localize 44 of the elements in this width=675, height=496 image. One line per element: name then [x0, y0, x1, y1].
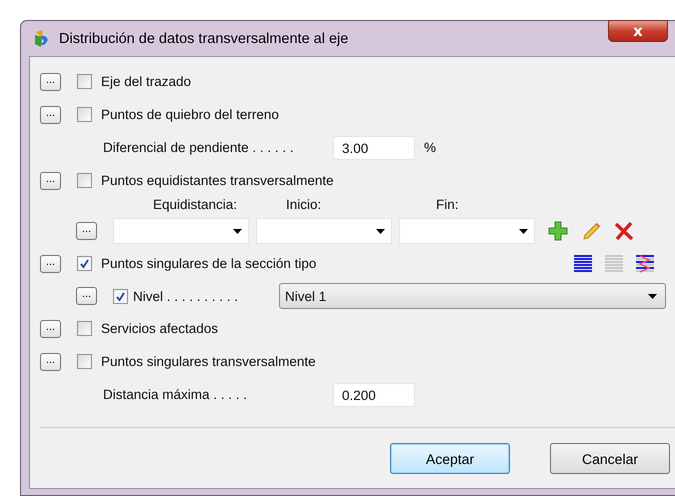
- dropdown-arrow-icon[interactable]: [376, 228, 385, 234]
- field-label: Diferencial de pendiente . . . . . .: [103, 140, 295, 155]
- checkbox-label: Puntos singulares transversalmente: [101, 354, 316, 369]
- window-title: Distribución de datos transversalmente al eje: [59, 30, 348, 46]
- plus-icon[interactable]: [548, 221, 568, 241]
- dropdown[interactable]: Nivel 1: [279, 283, 666, 309]
- input-field[interactable]: 0.200: [333, 382, 415, 406]
- checkbox[interactable]: [77, 107, 92, 122]
- options-button[interactable]: ...: [40, 72, 61, 90]
- options-button[interactable]: ...: [76, 222, 97, 240]
- checkbox-label: Puntos singulares de la sección tipo: [101, 256, 316, 271]
- close-button[interactable]: x: [608, 20, 668, 42]
- options-button[interactable]: ...: [40, 172, 61, 190]
- delete-x-icon[interactable]: [614, 221, 634, 241]
- unit-label: %: [424, 140, 436, 155]
- options-button[interactable]: ...: [40, 352, 61, 370]
- column-label: Inicio:: [286, 197, 322, 214]
- checkbox-label: Servicios afectados: [101, 321, 218, 336]
- dropdown-arrow-icon[interactable]: [233, 228, 242, 234]
- options-button[interactable]: ...: [76, 287, 97, 305]
- checkbox-label: Puntos de quiebro del terreno: [101, 107, 279, 122]
- pencil-icon[interactable]: [581, 221, 601, 241]
- checkbox[interactable]: [77, 256, 92, 271]
- ok-button[interactable]: Aceptar: [390, 443, 510, 474]
- checkbox[interactable]: [113, 288, 128, 304]
- checkbox-label: Nivel . . . . . . . . . .: [133, 288, 240, 304]
- column-label: Fin:: [436, 197, 459, 214]
- dropdown-arrow-icon[interactable]: [648, 294, 657, 298]
- column-label: Equidistancia:: [153, 197, 238, 214]
- input-field[interactable]: 3.00: [333, 136, 415, 160]
- field-label: Distancia máxima . . . . .: [103, 387, 248, 402]
- checkbox[interactable]: [77, 173, 92, 188]
- options-button[interactable]: ...: [40, 254, 61, 272]
- list-lines-icon[interactable]: [573, 254, 593, 272]
- options-button[interactable]: ...: [40, 106, 61, 124]
- checkbox-label: Eje del trazado: [101, 74, 192, 89]
- cancel-button[interactable]: Cancelar: [550, 443, 670, 474]
- dropdown-arrow-icon[interactable]: [519, 228, 528, 234]
- zigzag-lines-icon[interactable]: [635, 254, 655, 272]
- checkbox-label: Puntos equidistantes transversalmente: [101, 173, 334, 188]
- options-button[interactable]: ...: [40, 320, 61, 338]
- checkbox[interactable]: [77, 354, 92, 369]
- checkbox[interactable]: [77, 321, 92, 336]
- checkbox[interactable]: [77, 74, 92, 89]
